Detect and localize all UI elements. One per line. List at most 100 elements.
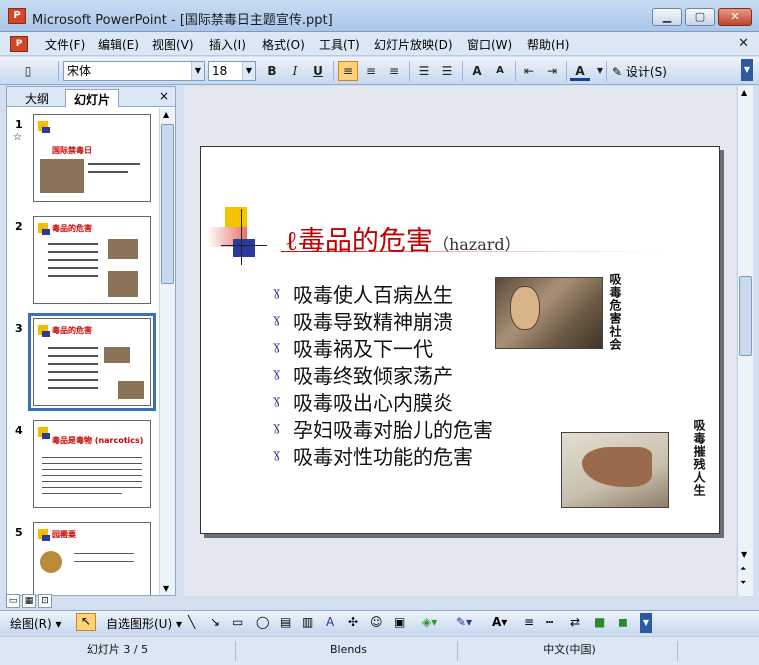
list-item: ɣ 吸毒导致精神崩溃 [273, 306, 493, 334]
font-color-button[interactable]: A [570, 61, 590, 81]
scrollbar-thumb[interactable] [739, 276, 752, 356]
bullet-icon: ɣ [273, 339, 281, 353]
font-name-select[interactable]: 宋体 ▼ [63, 61, 205, 81]
font-size-select[interactable]: 18 ▼ [208, 61, 256, 81]
scrollbar-thumb[interactable] [161, 124, 174, 284]
align-right-button[interactable]: ≡ [384, 61, 404, 81]
thumbnail-title: 毒品的危害 [52, 326, 92, 335]
menu-tools[interactable]: 工具(T) [319, 36, 360, 53]
decrease-font-size-button[interactable]: A [490, 61, 510, 81]
fill-color-icon[interactable]: ◈▾ [422, 615, 437, 629]
menu-format[interactable]: 格式(O) [262, 36, 305, 53]
select-pointer-icon[interactable]: ↖ [76, 613, 96, 631]
slide-sorter-view-icon[interactable]: ▦ [22, 594, 36, 608]
toolbar-separator [606, 61, 607, 81]
bullets-button[interactable]: ☰ [437, 61, 457, 81]
draw-menu-button[interactable]: 绘图(R) ▾ [10, 615, 62, 632]
textbox-tool-icon[interactable]: ▤ [280, 615, 291, 629]
document-close-icon[interactable]: ✕ [738, 36, 749, 51]
italic-button[interactable]: I [285, 61, 305, 81]
next-slide-icon[interactable]: ⏷ [740, 578, 746, 588]
scroll-down-icon[interactable]: ▼ [741, 550, 747, 559]
bullet-icon: ɣ [273, 393, 281, 407]
slide-thumbnail-4[interactable]: 毒品是毒物 (narcotics) [33, 420, 151, 508]
slide-thumbnail-5[interactable]: 园罂粟 [33, 522, 151, 595]
normal-view-icon[interactable]: ▭ [6, 594, 20, 608]
design-button[interactable]: ✎ 设计(S) [612, 63, 667, 80]
rectangle-tool-icon[interactable]: ▭ [232, 615, 243, 629]
toolbar-options-icon[interactable]: ▼ [640, 613, 652, 633]
align-center-button[interactable]: ≡ [361, 61, 381, 81]
underline-button[interactable]: U [308, 61, 328, 81]
increase-indent-button[interactable]: ⇥ [542, 61, 562, 81]
picture-icon[interactable]: ▣ [394, 615, 405, 629]
maximize-button[interactable]: ▢ [685, 8, 715, 26]
toolbar-options-icon[interactable]: ▼ [741, 59, 753, 81]
oval-tool-icon[interactable]: ◯ [256, 615, 269, 629]
drug-money-photo[interactable] [495, 277, 603, 349]
diagram-icon[interactable]: ✣ [348, 615, 358, 629]
arrow-style-icon[interactable]: ⇄ [570, 615, 580, 629]
decrease-indent-button[interactable]: ⇤ [519, 61, 539, 81]
menu-file[interactable]: 文件(F) [45, 36, 85, 53]
thumbnail-text-line [48, 347, 98, 349]
chevron-down-icon[interactable]: ▼ [242, 62, 255, 80]
increase-font-size-button[interactable]: A [467, 61, 487, 81]
numbering-button[interactable]: ☰ [414, 61, 434, 81]
shadow-style-icon[interactable]: ■ [594, 615, 605, 629]
list-item: ɣ 吸毒使人百病丛生 [273, 279, 493, 307]
font-color-draw-icon[interactable]: A▾ [492, 615, 507, 629]
scroll-down-icon[interactable]: ▼ [163, 584, 169, 593]
previous-slide-icon[interactable]: ⏶ [740, 564, 746, 574]
minimize-button[interactable]: ▁ [652, 8, 682, 26]
scroll-up-icon[interactable]: ▲ [163, 110, 169, 119]
slide-thumbnail-1[interactable]: 国际禁毒日 [33, 114, 151, 202]
arrow-tool-icon[interactable]: ↘ [210, 615, 220, 629]
thumbnail-text-line [42, 463, 142, 464]
thumbnail-text-line [48, 387, 98, 389]
chevron-down-icon[interactable]: ▼ [191, 62, 204, 80]
thumbnail-number: 3 [15, 322, 23, 335]
line-tool-icon[interactable]: ╲ [188, 615, 195, 629]
document-icon[interactable]: P [10, 36, 28, 52]
thumbnail-text-line [48, 363, 98, 365]
emaciated-person-photo[interactable] [561, 432, 669, 508]
toolbar-separator [566, 61, 567, 81]
chevron-down-icon[interactable]: ▼ [590, 61, 610, 81]
thumbnail-scrollbar[interactable]: ▲ ▼ [159, 108, 175, 595]
scroll-up-icon[interactable]: ▲ [741, 88, 747, 97]
current-slide[interactable]: ℓ毒品的危害（hazard） ɣ 吸毒使人百病丛生 ɣ 吸毒导致精神崩溃 ɣ 吸毒祸及… [200, 146, 720, 534]
slide-title[interactable]: ℓ毒品的危害（hazard） [285, 219, 521, 258]
bold-button[interactable]: B [262, 61, 282, 81]
menu-view[interactable]: 视图(V) [152, 36, 194, 53]
caption-society[interactable]: 吸毒危害社会 [607, 273, 624, 351]
slide-thumbnail-3[interactable]: 毒品的危害 [28, 313, 156, 411]
dash-style-icon[interactable]: ┅ [546, 615, 553, 629]
bullet-list[interactable]: ɣ 吸毒使人百病丛生 ɣ 吸毒导致精神崩溃 ɣ 吸毒祸及下一代 ɣ 吸毒终致倾家荡产 ɣ… [273, 279, 493, 469]
list-item: ɣ 吸毒终致倾家荡产 [273, 360, 493, 388]
line-color-icon[interactable]: ✎▾ [456, 615, 472, 629]
autoshapes-menu-button[interactable]: 自选图形(U) ▾ [106, 615, 182, 632]
3d-style-icon[interactable]: ◼ [618, 615, 628, 629]
vertical-textbox-icon[interactable]: ▥ [302, 615, 313, 629]
align-left-button[interactable]: ≡ [338, 61, 358, 81]
caption-life[interactable]: 吸毒摧残人生 [691, 419, 708, 497]
clipart-icon[interactable]: ☺ [370, 615, 383, 629]
wordart-icon[interactable]: A [326, 615, 334, 629]
new-document-icon[interactable]: ▯ [18, 61, 38, 81]
menu-help[interactable]: 帮助(H) [527, 36, 569, 53]
menu-edit[interactable]: 编辑(E) [98, 36, 139, 53]
powerpoint-app-icon[interactable]: P [8, 8, 26, 24]
menu-slideshow[interactable]: 幻灯片放映(D) [374, 36, 453, 53]
close-button[interactable]: ✕ [718, 8, 752, 26]
menu-window[interactable]: 窗口(W) [467, 36, 512, 53]
title-bar: P Microsoft PowerPoint - [国际禁毒日主题宣传.ppt]… [0, 0, 759, 32]
editor-scrollbar[interactable]: ▲ ▼ ⏶ ⏷ [737, 86, 753, 596]
pane-close-icon[interactable]: × [159, 89, 169, 103]
tab-outline[interactable]: 大纲 [17, 89, 57, 107]
tab-slides[interactable]: 幻灯片 [65, 89, 120, 107]
line-style-icon[interactable]: ≡ [524, 615, 534, 629]
slideshow-view-icon[interactable]: ⊡ [38, 594, 52, 608]
menu-insert[interactable]: 插入(I) [209, 36, 246, 53]
slide-thumbnail-2[interactable]: 毒品的危害 [33, 216, 151, 304]
